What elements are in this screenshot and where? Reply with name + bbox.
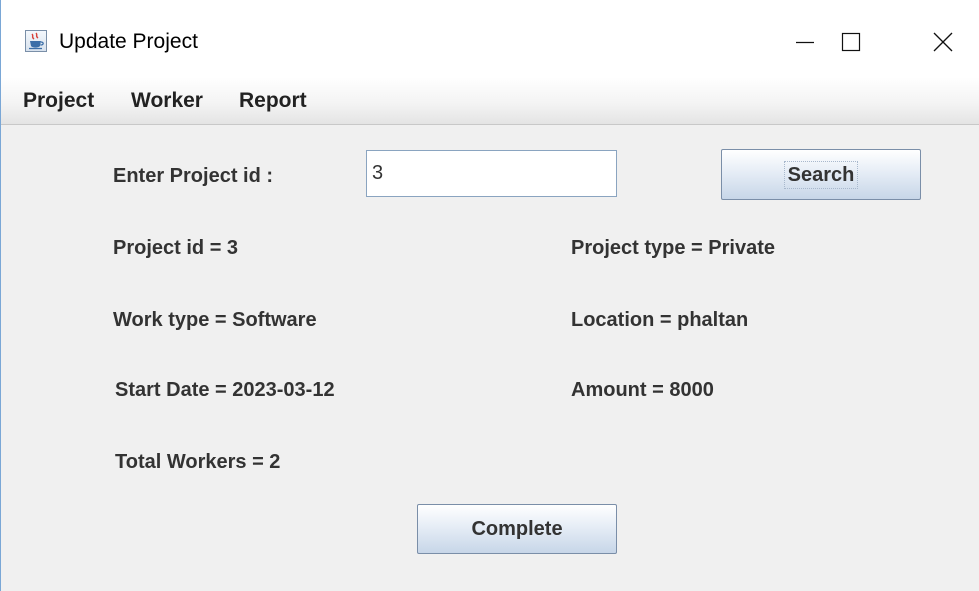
work-type-value: Work type = Software [113, 309, 317, 331]
close-button[interactable] [915, 20, 971, 64]
update-project-window: Update Project Project Worker Report Ent… [0, 0, 979, 591]
project-type-value: Project type = Private [571, 237, 775, 259]
menu-worker[interactable]: Worker [131, 89, 203, 113]
java-cup-icon[interactable] [25, 30, 47, 52]
start-date-value: Start Date = 2023-03-12 [115, 379, 335, 401]
complete-button[interactable]: Complete [417, 504, 617, 554]
total-workers-value: Total Workers = 2 [115, 451, 281, 473]
maximize-icon [841, 32, 861, 52]
menu-report[interactable]: Report [239, 89, 307, 113]
project-id-prompt-label: Enter Project id : [113, 165, 274, 187]
project-id-input[interactable] [366, 150, 617, 197]
close-icon [933, 32, 953, 52]
menu-bar: Project Worker Report [1, 77, 979, 125]
window-title: Update Project [59, 30, 198, 53]
menu-project[interactable]: Project [23, 89, 94, 113]
minimize-icon [796, 41, 814, 44]
maximize-button[interactable] [823, 20, 879, 64]
location-value: Location = phaltan [571, 309, 749, 331]
amount-value: Amount = 8000 [571, 379, 714, 401]
project-id-value: Project id = 3 [113, 237, 239, 259]
search-button-label: Search [783, 160, 859, 189]
title-bar[interactable]: Update Project [1, 0, 979, 84]
search-button[interactable]: Search [721, 149, 921, 200]
